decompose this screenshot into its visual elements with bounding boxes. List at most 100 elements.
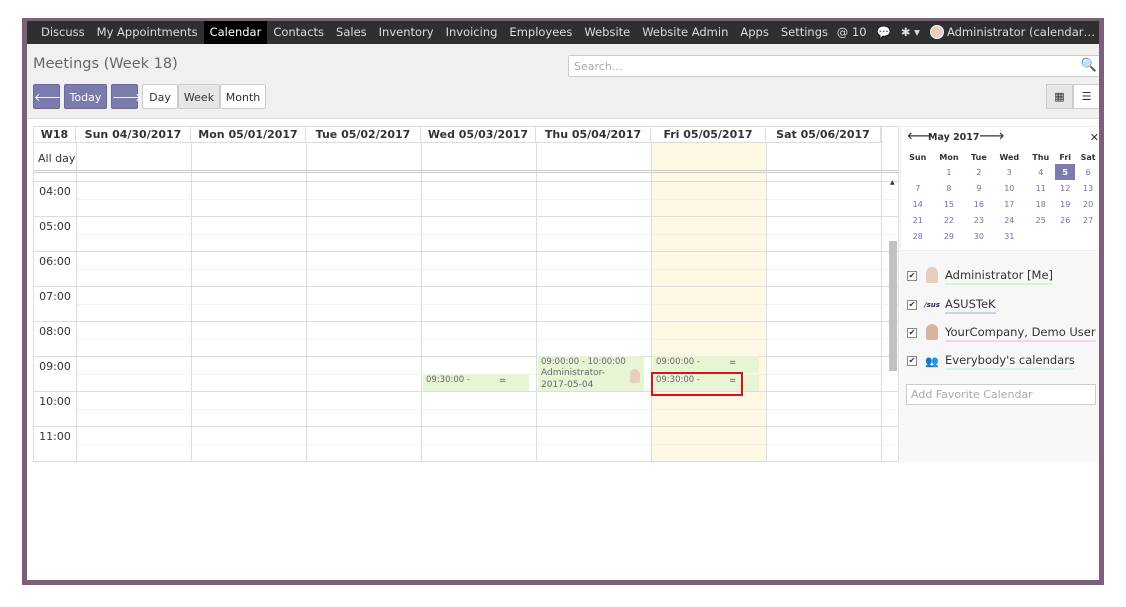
mini-calendar-day[interactable]: 18	[1026, 196, 1055, 212]
time-grid[interactable]: 04:00 05:00 06:00 07:00 08:00 09:00 10:0…	[34, 181, 898, 461]
menu-my-appointments[interactable]: My Appointments	[91, 21, 204, 44]
time-row[interactable]: 07:00	[34, 286, 898, 321]
today-button[interactable]: Today	[64, 84, 107, 109]
checkbox[interactable]: ✔	[907, 356, 917, 366]
list-view-switch[interactable]: ☰	[1073, 84, 1099, 109]
calendar-scrollbar[interactable]: ▲	[889, 179, 897, 461]
previous-button[interactable]: 🡐	[33, 84, 64, 109]
menu-discuss[interactable]: Discuss	[35, 21, 91, 44]
all-day-label: All day	[38, 152, 76, 165]
weekday-label: Sat	[1080, 153, 1096, 162]
mini-calendar-day[interactable]: 26	[1055, 212, 1075, 228]
menu-apps[interactable]: Apps	[734, 21, 774, 44]
menu-contacts[interactable]: Contacts	[267, 21, 330, 44]
search-input[interactable]: Search...	[568, 55, 1099, 77]
mini-calendar-day[interactable]: 22	[932, 212, 965, 228]
time-row[interactable]: 06:00	[34, 251, 898, 286]
mini-calendar-month: May 2017	[928, 132, 980, 143]
mini-calendar-day[interactable]: 20	[1075, 196, 1099, 212]
menu-website-admin[interactable]: Website Admin	[636, 21, 734, 44]
main-navbar: Discuss My Appointments Calendar Contact…	[27, 21, 1099, 44]
event-fri-0900[interactable]: 09:00:00 - =	[653, 356, 759, 373]
mini-calendar-day[interactable]: 4	[1026, 164, 1055, 180]
filter-administrator[interactable]: ✔ Administrator [Me]	[907, 266, 1054, 285]
menu-sales[interactable]: Sales	[330, 21, 373, 44]
menu-inventory[interactable]: Inventory	[373, 21, 440, 44]
mini-calendar-day[interactable]: 19	[1055, 196, 1075, 212]
event-time: 09:00:00 -	[656, 357, 700, 367]
mini-calendar-day[interactable]: 7	[903, 180, 932, 196]
mini-calendar-day[interactable]: 13	[1075, 180, 1099, 196]
checkbox[interactable]: ✔	[907, 271, 917, 281]
all-day-row[interactable]: All day	[34, 143, 898, 173]
weekday-label: Sun	[909, 153, 927, 162]
month-view-button[interactable]: Month	[220, 84, 266, 109]
checkbox[interactable]: ✔	[907, 328, 917, 338]
mini-calendar-day[interactable]: 3	[992, 164, 1026, 180]
time-row[interactable]: 11:00	[34, 426, 898, 461]
time-row[interactable]: 10:00	[34, 391, 898, 426]
event-thu[interactable]: 09:00:00 - 10:00:00 Administrator-2017-0…	[538, 356, 644, 391]
mini-calendar-day[interactable]: 5	[1055, 164, 1076, 180]
mini-calendar-empty	[1055, 228, 1075, 244]
mini-calendar-day[interactable]: 16	[965, 196, 992, 212]
mini-calendar-day[interactable]: 2	[965, 164, 992, 180]
day-view-button[interactable]: Day	[142, 84, 178, 109]
filter-asustek[interactable]: ✔ /sus ASUSTeK	[907, 296, 996, 314]
search-icon[interactable]: 🔍	[1081, 58, 1097, 73]
event-wed[interactable]: 09:30:00 - =	[423, 374, 529, 391]
calendar-view-switch[interactable]: ▦	[1046, 84, 1073, 109]
close-icon[interactable]: ✕	[1090, 131, 1099, 144]
mini-calendar-day[interactable]: 17	[992, 196, 1026, 212]
mini-calendar-day[interactable]: 30	[965, 228, 992, 244]
filter-everybody[interactable]: ✔ 👥 Everybody's calendars	[907, 352, 1075, 370]
event-title: Administrator-2017-05-04 09:00:00	[541, 368, 606, 390]
mini-calendar-day[interactable]: 21	[903, 212, 932, 228]
calendar-header: W18 Sun 04/30/2017 Mon 05/01/2017 Tue 05…	[34, 127, 883, 143]
week-number: W18	[34, 127, 76, 143]
mini-calendar-day[interactable]: 28	[903, 228, 932, 244]
menu-calendar[interactable]: Calendar	[203, 21, 268, 44]
mini-calendar-empty	[1026, 228, 1055, 244]
mini-calendar-day[interactable]: 31	[992, 228, 1026, 244]
menu-employees[interactable]: Employees	[503, 21, 578, 44]
mini-calendar-day[interactable]: 24	[992, 212, 1026, 228]
next-button[interactable]: 🡒	[111, 84, 142, 109]
menu-settings[interactable]: Settings	[775, 21, 834, 44]
bug-icon[interactable]: ✱ ▾	[901, 21, 920, 44]
menu-website[interactable]: Website	[578, 21, 636, 44]
day-header-mon: Mon 05/01/2017	[191, 127, 306, 143]
next-month-icon[interactable]: 🡒	[979, 131, 1004, 142]
checkbox[interactable]: ✔	[907, 300, 917, 310]
chat-icon[interactable]: 💬	[877, 21, 891, 44]
mini-calendar-day[interactable]: 9	[965, 180, 992, 196]
mini-calendar-day[interactable]: 10	[992, 180, 1026, 196]
add-favorite-calendar-input[interactable]: Add Favorite Calendar	[906, 384, 1096, 405]
time-row[interactable]: 05:00	[34, 216, 898, 251]
event-time: 09:30:00 -	[426, 375, 470, 385]
mini-calendar-day[interactable]: 6	[1075, 164, 1099, 180]
weekday-label: Tue	[971, 153, 987, 162]
week-view-button[interactable]: Week	[178, 84, 220, 109]
time-row[interactable]: 04:00	[34, 181, 898, 216]
mini-calendar-day[interactable]: 15	[932, 196, 965, 212]
mini-calendar-day[interactable]: 1	[932, 164, 965, 180]
mini-calendar-day[interactable]: 27	[1075, 212, 1099, 228]
user-menu[interactable]: Administrator (calendar…	[929, 21, 1095, 44]
event-title: =	[728, 358, 737, 368]
mini-calendar-day[interactable]: 11	[1026, 180, 1055, 196]
mini-calendar-day[interactable]: 23	[965, 212, 992, 228]
mini-calendar-day[interactable]: 8	[932, 180, 965, 196]
filter-yourcompany[interactable]: ✔ YourCompany, Demo User	[907, 323, 1096, 342]
mini-calendar-empty	[1075, 228, 1099, 244]
scroll-up-icon[interactable]: ▲	[890, 179, 895, 186]
time-row[interactable]: 08:00	[34, 321, 898, 356]
mini-calendar-day[interactable]: 14	[903, 196, 932, 212]
arrow-right-icon: 🡒	[112, 91, 142, 104]
mini-calendar-day[interactable]: 25	[1026, 212, 1055, 228]
mini-calendar-day[interactable]: 12	[1055, 180, 1075, 196]
menu-invoicing[interactable]: Invoicing	[440, 21, 504, 44]
mini-calendar-day[interactable]: 29	[932, 228, 965, 244]
scrollbar-thumb[interactable]	[889, 241, 897, 371]
messages-counter[interactable]: @ 10	[837, 21, 867, 44]
